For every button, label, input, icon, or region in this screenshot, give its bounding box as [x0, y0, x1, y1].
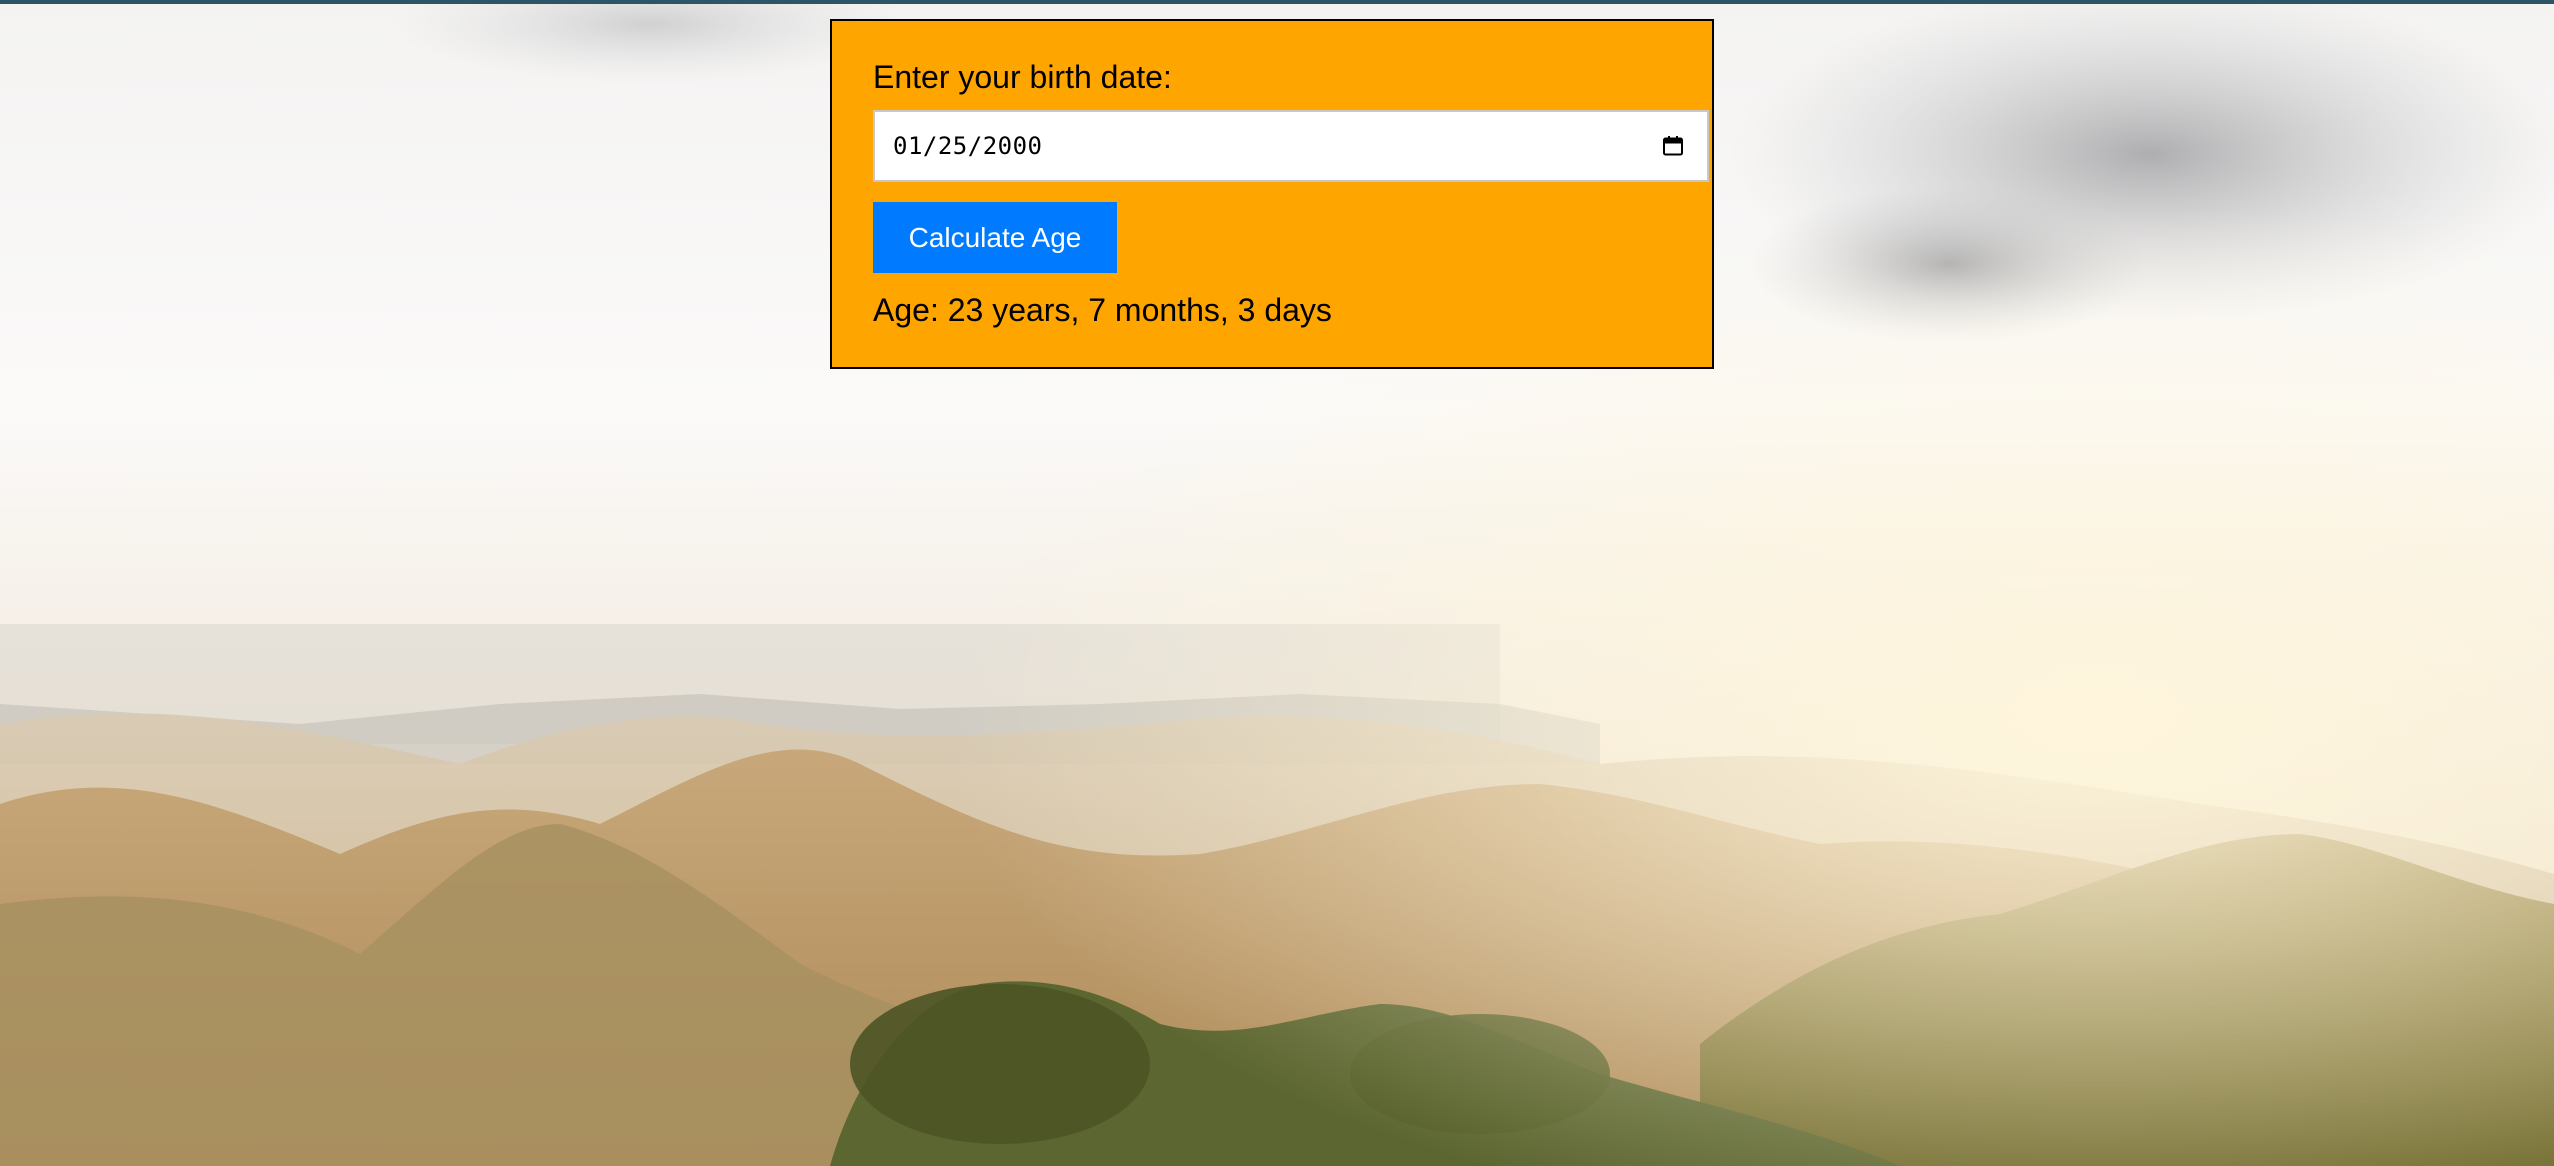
birth-date-input[interactable]: 01/25/2000 — [873, 110, 1709, 182]
age-result-text: Age: 23 years, 7 months, 3 days — [873, 292, 1332, 328]
age-calculator-card: Enter your birth date: 01/25/2000 Calcul… — [830, 19, 1714, 369]
birth-date-value[interactable]: 01/25/2000 — [893, 132, 1043, 160]
birth-date-label: Enter your birth date: — [873, 59, 1172, 95]
calendar-icon[interactable] — [1661, 134, 1685, 158]
calculate-age-button[interactable]: Calculate Age — [873, 202, 1117, 273]
